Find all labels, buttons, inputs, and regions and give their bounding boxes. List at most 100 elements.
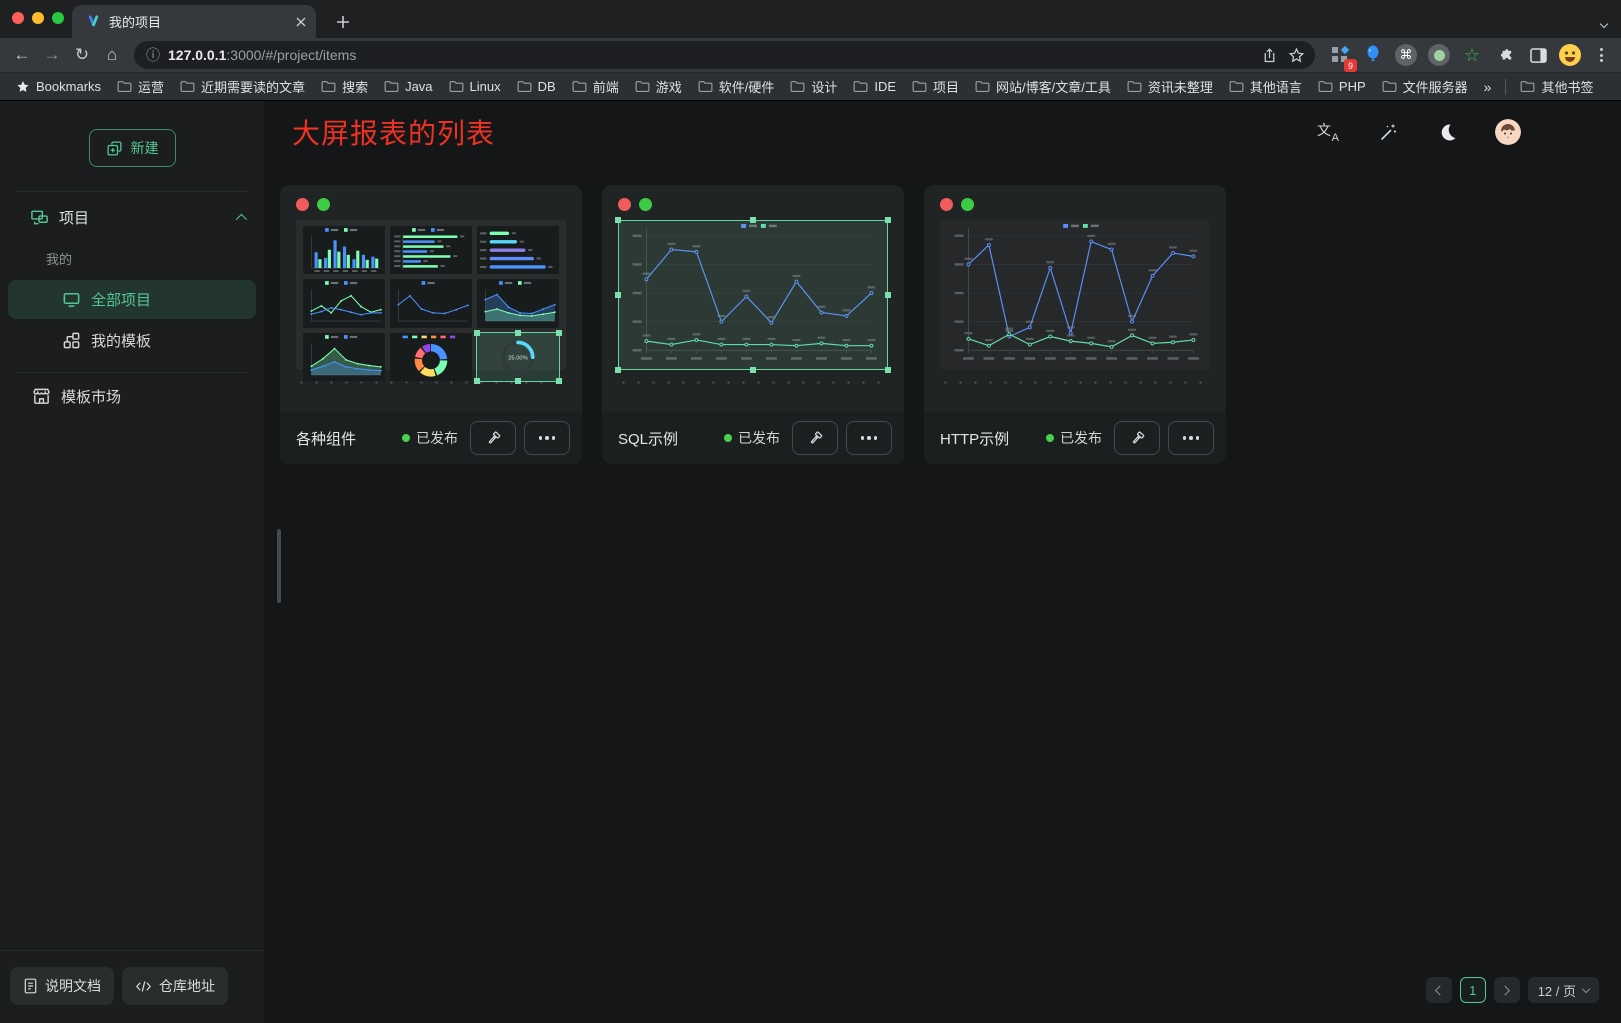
- folder-icon: [698, 80, 713, 93]
- hammer-icon: [485, 430, 502, 447]
- other-bookmarks-folder[interactable]: 其他书签: [1514, 75, 1599, 98]
- selection-handle[interactable]: [750, 217, 756, 223]
- bookmark-folder[interactable]: 运营: [111, 75, 170, 98]
- extension-recorder-icon[interactable]: [1426, 42, 1452, 68]
- selection-handle[interactable]: [556, 330, 562, 336]
- window-close-button[interactable]: [12, 12, 24, 24]
- bookmark-folder[interactable]: 其他语言: [1223, 75, 1308, 98]
- back-button[interactable]: ←: [8, 41, 36, 69]
- share-icon[interactable]: [1261, 47, 1278, 64]
- bookmark-folder[interactable]: Java: [378, 75, 438, 98]
- selection-handle[interactable]: [615, 217, 621, 223]
- new-tab-button[interactable]: [330, 9, 356, 35]
- address-bar[interactable]: ⓘ 127.0.0.1:3000/#/project/items: [134, 41, 1315, 69]
- sidebar-item-all-projects[interactable]: 全部项目: [8, 280, 256, 319]
- dark-mode-button[interactable]: [1435, 119, 1461, 145]
- bookmarks-overflow-chevron[interactable]: »: [1478, 79, 1498, 95]
- browser-tab[interactable]: 我的项目: [72, 5, 316, 38]
- extension-balloon-icon[interactable]: [1360, 42, 1386, 68]
- current-page-button[interactable]: 1: [1460, 977, 1486, 1003]
- extension-grid-icon[interactable]: 9: [1327, 42, 1353, 68]
- card-window-dots: [602, 185, 904, 211]
- folder-icon: [635, 80, 650, 93]
- main-content: 大屏报表的列表 文 A: [264, 101, 1621, 1023]
- bookmark-folder[interactable]: IDE: [847, 75, 902, 98]
- page-header: 大屏报表的列表 文 A: [264, 101, 1621, 163]
- sidebar-group-projects[interactable]: 项目: [0, 192, 264, 241]
- card-window-dots: [280, 185, 582, 211]
- site-info-icon[interactable]: ⓘ: [146, 45, 160, 65]
- selection-handle[interactable]: [615, 367, 621, 373]
- selection-handle[interactable]: [474, 330, 480, 336]
- home-button[interactable]: ⌂: [98, 41, 126, 69]
- green-dot-icon: [317, 198, 330, 211]
- bookmark-folder[interactable]: 项目: [906, 75, 965, 98]
- new-project-button[interactable]: 新建: [89, 129, 176, 167]
- extensions-puzzle-icon[interactable]: [1492, 42, 1518, 68]
- edit-button[interactable]: [792, 421, 838, 455]
- bookmark-folder[interactable]: 前端: [566, 75, 625, 98]
- bookmark-folder[interactable]: 游戏: [629, 75, 688, 98]
- browser-menu-icon[interactable]: [1589, 42, 1613, 68]
- more-button[interactable]: [846, 421, 892, 455]
- status-dot-icon: [1046, 434, 1054, 442]
- selection-handle[interactable]: [556, 378, 562, 384]
- red-dot-icon: [618, 198, 631, 211]
- tab-close-icon[interactable]: [296, 17, 306, 27]
- selection-handle[interactable]: [750, 367, 756, 373]
- bookmark-folder[interactable]: 软件/硬件: [692, 75, 781, 98]
- project-thumbnail[interactable]: [618, 220, 888, 370]
- more-button[interactable]: [1168, 421, 1214, 455]
- extension-star-icon[interactable]: ☆: [1459, 42, 1485, 68]
- theme-wand-button[interactable]: [1375, 119, 1401, 145]
- bookmark-folders: 运营近期需要读的文章搜索JavaLinuxDB前端游戏软件/硬件设计IDE项目网…: [111, 75, 1474, 98]
- bookmark-folder[interactable]: 网站/博客/文章/工具: [969, 75, 1117, 98]
- selection-handle[interactable]: [885, 367, 891, 373]
- reload-button[interactable]: ↻: [68, 41, 96, 69]
- bookmark-folder[interactable]: 设计: [784, 75, 843, 98]
- selection-handle[interactable]: [885, 292, 891, 298]
- forward-button[interactable]: →: [38, 41, 66, 69]
- scrollbar-thumb[interactable]: [277, 529, 281, 603]
- repo-button[interactable]: 仓库地址: [122, 967, 228, 1005]
- bookmark-folder[interactable]: 搜索: [315, 75, 374, 98]
- edit-button[interactable]: [1114, 421, 1160, 455]
- bookmarks-root[interactable]: Bookmarks: [10, 77, 107, 96]
- browser-profile-avatar[interactable]: [1558, 43, 1582, 67]
- selection-handle[interactable]: [515, 378, 521, 384]
- selection-handle[interactable]: [515, 330, 521, 336]
- bookmark-folder[interactable]: 近期需要读的文章: [174, 75, 311, 98]
- project-thumbnail[interactable]: [940, 220, 1210, 370]
- red-dot-icon: [940, 198, 953, 211]
- hammer-icon: [1129, 430, 1146, 447]
- window-controls: [12, 12, 64, 24]
- window-zoom-button[interactable]: [52, 12, 64, 24]
- bookmark-folder[interactable]: PHP: [1312, 75, 1372, 98]
- more-button[interactable]: [524, 421, 570, 455]
- docs-button[interactable]: 说明文档: [10, 967, 114, 1005]
- sidebar-item-my-templates[interactable]: 我的模板: [8, 321, 256, 360]
- side-panel-icon[interactable]: [1525, 42, 1551, 68]
- next-page-button[interactable]: [1494, 977, 1520, 1003]
- extension-command-icon[interactable]: ⌘: [1393, 42, 1419, 68]
- edit-button[interactable]: [470, 421, 516, 455]
- chevron-up-icon[interactable]: [236, 213, 247, 224]
- user-avatar[interactable]: [1495, 119, 1521, 145]
- project-thumbnail[interactable]: 25.00%: [296, 220, 566, 370]
- window-minimize-button[interactable]: [32, 12, 44, 24]
- tab-search-chevron-icon[interactable]: [1601, 14, 1607, 32]
- language-toggle-button[interactable]: 文 A: [1315, 119, 1341, 145]
- bookmark-star-icon[interactable]: [1288, 47, 1305, 64]
- card-footer: 各种组件 已发布: [280, 412, 582, 464]
- bookmark-folder[interactable]: Linux: [443, 75, 507, 98]
- selection-handle[interactable]: [885, 217, 891, 223]
- prev-page-button[interactable]: [1426, 977, 1452, 1003]
- sidebar-item-template-market[interactable]: 模板市场: [8, 377, 256, 416]
- page-size-select[interactable]: 12 / 页: [1528, 977, 1599, 1003]
- bookmark-folder[interactable]: 文件服务器: [1376, 75, 1474, 98]
- sidebar-divider: [16, 372, 248, 373]
- selection-handle[interactable]: [615, 292, 621, 298]
- selection-handle[interactable]: [474, 378, 480, 384]
- bookmark-folder[interactable]: 资讯未整理: [1121, 75, 1219, 98]
- bookmark-folder[interactable]: DB: [511, 75, 562, 98]
